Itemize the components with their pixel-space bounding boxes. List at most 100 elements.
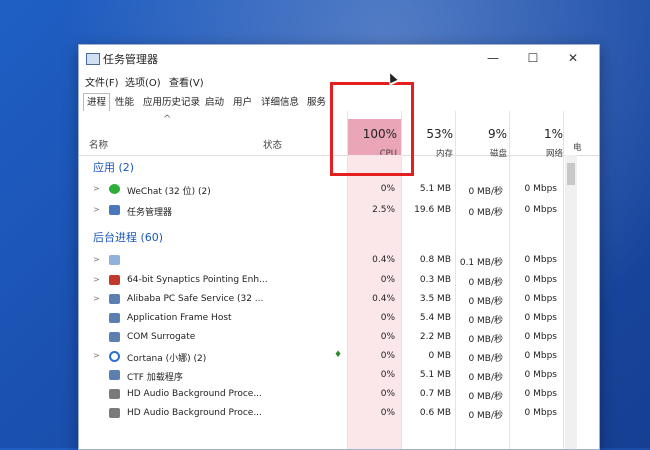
process-row[interactable]: > Alibaba PC Safe Service (32 ... 0.4% 3… — [79, 291, 599, 309]
process-name: WeChat (32 位) (2) — [127, 187, 211, 197]
process-name: CTF 加载程序 — [127, 373, 183, 383]
tab-users[interactable]: 用户 — [229, 93, 256, 112]
wechat-icon — [109, 184, 120, 194]
speaker-icon — [109, 408, 120, 418]
process-icon — [109, 255, 120, 265]
menu-view[interactable]: 查看(V) — [169, 74, 204, 89]
process-name: Cortana (小娜) (2) — [127, 354, 207, 364]
disk-label: 磁盘 — [489, 149, 507, 159]
process-name: Application Frame Host — [127, 313, 232, 323]
process-network: 0 Mbps — [524, 294, 557, 304]
tab-processes[interactable]: 进程 — [83, 93, 111, 112]
process-memory: 0.3 MB — [419, 275, 451, 285]
process-disk: 0 MB/秒 — [468, 392, 503, 402]
column-status[interactable]: 状态 — [263, 137, 282, 151]
process-network: 0 Mbps — [524, 408, 557, 418]
process-memory: 0 MB — [428, 351, 451, 361]
tab-services[interactable]: 服务 — [303, 93, 330, 112]
speaker-icon — [109, 389, 120, 399]
process-memory: 0.6 MB — [419, 408, 451, 418]
process-row[interactable]: Application Frame Host 0% 5.4 MB 0 MB/秒 … — [79, 310, 599, 328]
process-disk: 0 MB/秒 — [468, 316, 503, 326]
process-cpu: 0% — [380, 351, 395, 361]
process-disk: 0 MB/秒 — [468, 373, 503, 383]
process-row[interactable]: COM Surrogate 0% 2.2 MB 0 MB/秒 0 Mbps — [79, 329, 599, 347]
expand-chevron-icon[interactable]: > — [93, 205, 100, 214]
process-cpu: 0% — [380, 408, 395, 418]
annotation-highlight-box — [330, 82, 414, 176]
section-apps: 应用 (2) — [93, 161, 135, 174]
process-network: 0 Mbps — [524, 370, 557, 380]
process-disk: 0 MB/秒 — [468, 278, 503, 288]
tab-startup[interactable]: 启动 — [201, 93, 228, 112]
process-network: 0 Mbps — [524, 205, 557, 215]
process-memory: 19.6 MB — [414, 205, 451, 215]
power-label: 电 — [573, 143, 582, 153]
process-icon — [109, 313, 120, 323]
process-memory: 0.8 MB — [419, 255, 451, 265]
process-row[interactable]: > 0.4% 0.8 MB 0.1 MB/秒 0 Mbps — [79, 252, 599, 270]
process-memory: 5.1 MB — [419, 370, 451, 380]
synaptics-icon — [109, 275, 120, 285]
expand-chevron-icon[interactable]: > — [93, 275, 100, 284]
expand-chevron-icon[interactable]: > — [93, 184, 100, 193]
process-disk: 0 MB/秒 — [468, 411, 503, 421]
process-memory: 3.5 MB — [419, 294, 451, 304]
process-row[interactable]: > 任务管理器 2.5% 19.6 MB 0 MB/秒 0 Mbps — [79, 202, 599, 220]
process-name: 64-bit Synaptics Pointing Enh... — [127, 275, 268, 285]
process-row[interactable]: > 64-bit Synaptics Pointing Enh... 0% 0.… — [79, 272, 599, 290]
process-cpu: 0% — [380, 370, 395, 380]
expand-chevron-icon[interactable]: > — [93, 294, 100, 303]
process-cpu: 0% — [380, 332, 395, 342]
network-percent[interactable]: 1% — [509, 123, 563, 142]
close-button[interactable]: ✕ — [555, 49, 591, 67]
process-cpu: 0.4% — [372, 255, 395, 265]
process-network: 0 Mbps — [524, 351, 557, 361]
sort-arrow-icon: ^ — [163, 114, 172, 125]
process-row[interactable]: CTF 加载程序 0% 5.1 MB 0 MB/秒 0 Mbps — [79, 367, 599, 385]
network-label: 网络 — [545, 149, 563, 159]
process-cpu: 0.4% — [372, 294, 395, 304]
ctf-loader-icon — [109, 370, 120, 380]
minimize-button[interactable]: — — [475, 49, 511, 67]
column-name[interactable]: 名称 — [89, 137, 108, 151]
process-disk: 0 MB/秒 — [468, 354, 503, 364]
process-name: HD Audio Background Proce... — [127, 389, 262, 399]
task-manager-icon — [109, 205, 120, 215]
process-cpu: 0% — [380, 313, 395, 323]
process-network: 0 Mbps — [524, 332, 557, 342]
tab-details[interactable]: 详细信息 — [257, 93, 303, 112]
process-disk: 0.1 MB/秒 — [459, 258, 503, 268]
process-disk: 0 MB/秒 — [468, 297, 503, 307]
process-network: 0 Mbps — [524, 255, 557, 265]
tab-performance[interactable]: 性能 — [111, 93, 138, 112]
process-row[interactable]: HD Audio Background Proce... 0% 0.6 MB 0… — [79, 405, 599, 423]
process-disk: 0 MB/秒 — [468, 335, 503, 345]
process-network: 0 Mbps — [524, 389, 557, 399]
vertical-scrollbar[interactable] — [565, 155, 577, 449]
tab-app-history[interactable]: 应用历史记录 — [139, 93, 204, 112]
title-bar: 任务管理器 — ☐ ✕ — [79, 45, 599, 71]
cortana-icon — [109, 351, 120, 362]
process-name: HD Audio Background Proce... — [127, 408, 262, 418]
process-network: 0 Mbps — [524, 313, 557, 323]
process-icon — [109, 294, 120, 304]
expand-chevron-icon[interactable]: > — [93, 351, 100, 360]
disk-percent[interactable]: 9% — [455, 123, 507, 142]
section-background-processes: 后台进程 (60) — [93, 231, 164, 244]
maximize-button[interactable]: ☐ — [515, 49, 551, 67]
process-row[interactable]: > Cortana (小娜) (2) ♦ 0% 0 MB 0 MB/秒 0 Mb… — [79, 348, 599, 366]
process-row[interactable]: HD Audio Background Proce... 0% 0.7 MB 0… — [79, 386, 599, 404]
scrollbar-thumb[interactable] — [567, 163, 575, 185]
process-memory: 5.1 MB — [419, 184, 451, 194]
process-memory: 5.4 MB — [419, 313, 451, 323]
process-cpu: 0% — [380, 389, 395, 399]
process-cpu: 0% — [380, 184, 395, 194]
process-name: Alibaba PC Safe Service (32 ... — [127, 294, 264, 304]
process-network: 0 Mbps — [524, 275, 557, 285]
process-memory: 2.2 MB — [419, 332, 451, 342]
process-row[interactable]: > WeChat (32 位) (2) 0% 5.1 MB 0 MB/秒 0 M… — [79, 181, 599, 199]
menu-options[interactable]: 选项(O) — [125, 74, 161, 89]
menu-file[interactable]: 文件(F) — [85, 74, 119, 89]
expand-chevron-icon[interactable]: > — [93, 255, 100, 264]
